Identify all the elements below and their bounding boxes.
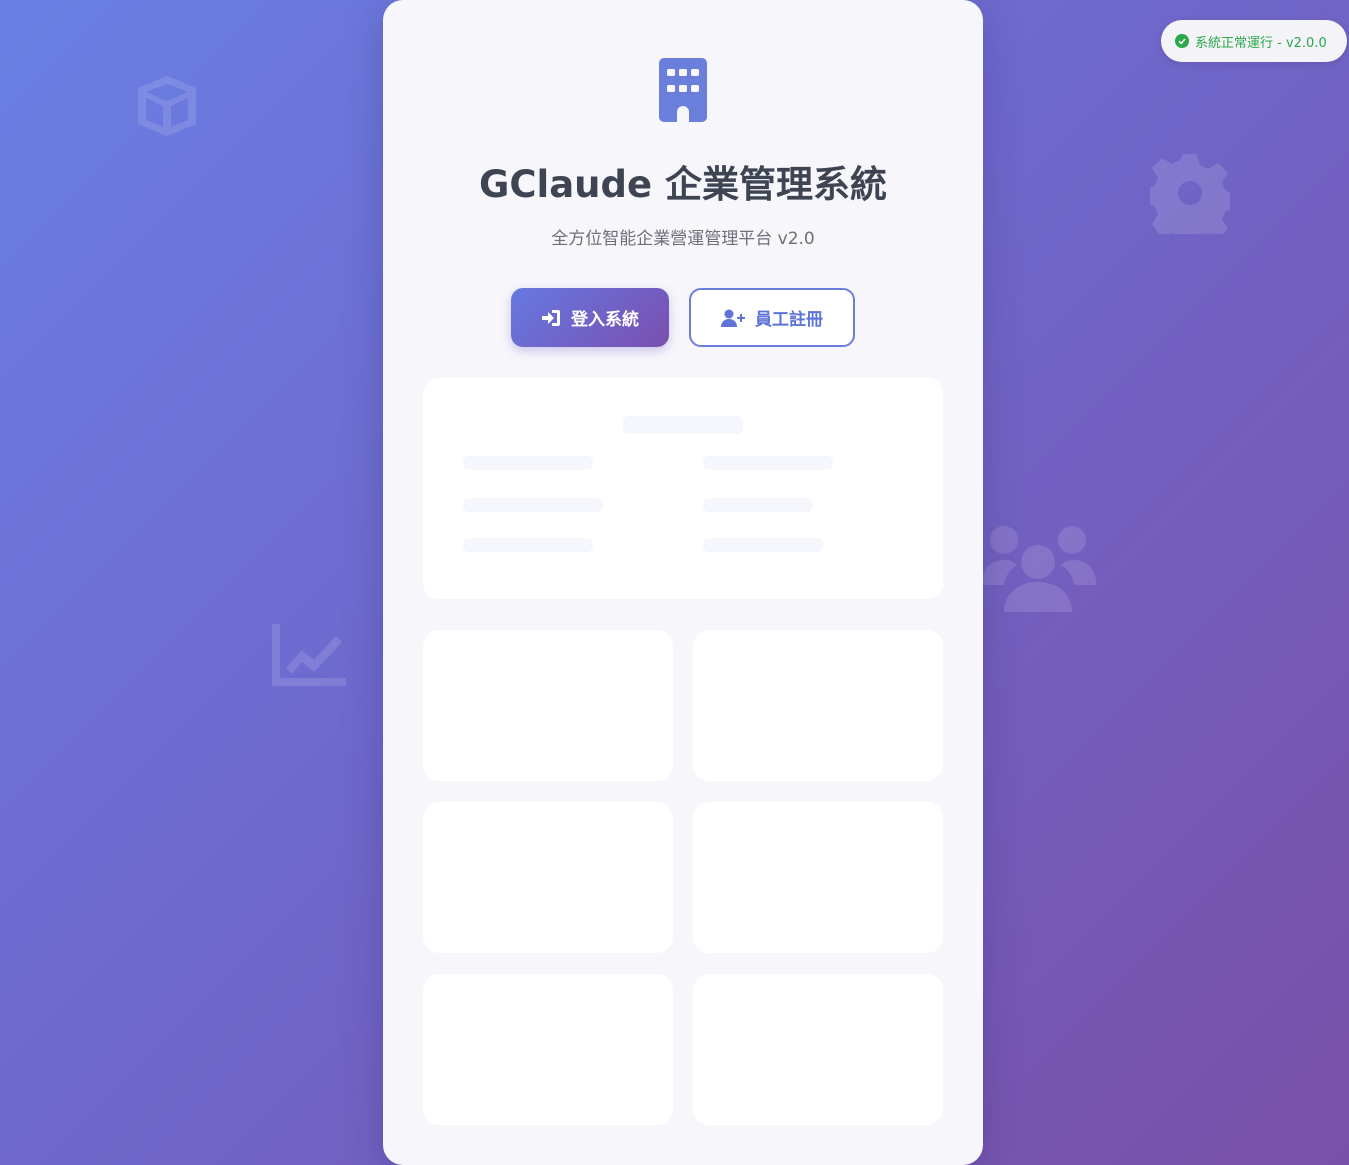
feature-card[interactable]: [693, 630, 943, 781]
chart-line-icon: [272, 624, 346, 686]
main-card: GClaude 企業管理系統 全方位智能企業營運管理平台 v2.0 登入系統 員…: [383, 0, 983, 1165]
feature-card[interactable]: [423, 630, 673, 781]
panel-placeholder: [623, 416, 743, 434]
feature-card[interactable]: [423, 802, 673, 953]
building-icon: [659, 58, 707, 122]
panel-placeholder: [703, 456, 833, 470]
panel-placeholder: [463, 538, 593, 552]
user-plus-icon: [721, 309, 745, 327]
overview-panel: [423, 378, 943, 599]
sign-in-icon: [542, 309, 560, 326]
panel-placeholder: [463, 456, 593, 470]
system-status-badge: 系統正常運行 - v2.0.0: [1161, 20, 1347, 62]
page-subtitle: 全方位智能企業營運管理平台 v2.0: [551, 229, 815, 249]
feature-card[interactable]: [423, 974, 673, 1125]
panel-placeholder: [703, 498, 813, 512]
system-status-text: 系統正常運行 - v2.0.0: [1195, 35, 1327, 51]
page-title: GClaude 企業管理系統: [479, 163, 887, 206]
register-button[interactable]: 員工註冊: [689, 288, 855, 347]
panel-placeholder: [703, 538, 823, 552]
feature-card[interactable]: [693, 974, 943, 1125]
panel-placeholder: [463, 498, 603, 512]
login-button-label: 登入系統: [571, 310, 639, 330]
cube-icon: [138, 76, 196, 136]
feature-card[interactable]: [693, 802, 943, 953]
login-button[interactable]: 登入系統: [511, 288, 669, 347]
gear-icon: [1150, 154, 1230, 234]
users-icon: [982, 526, 1096, 612]
check-circle-icon: [1175, 34, 1189, 48]
register-button-label: 員工註冊: [755, 310, 823, 330]
